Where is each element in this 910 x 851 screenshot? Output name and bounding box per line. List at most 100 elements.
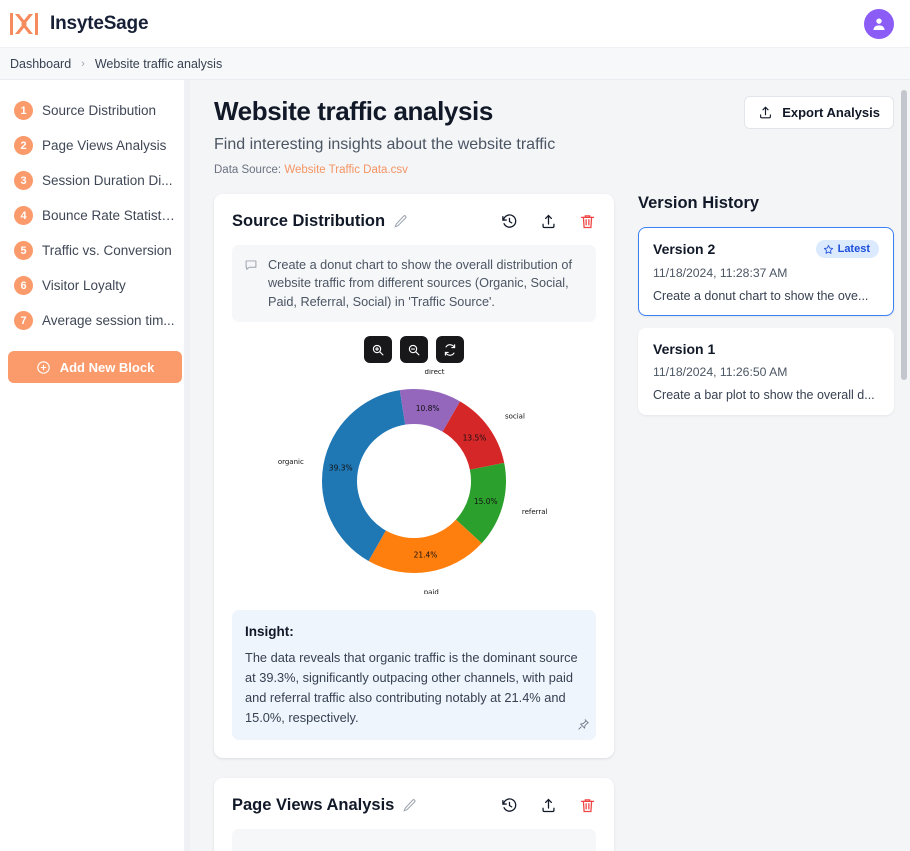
donut-category-label-referral: referral	[522, 508, 548, 516]
plus-circle-icon	[36, 360, 51, 375]
block2-title: Page Views Analysis	[232, 795, 395, 814]
breadcrumb-current: Website traffic analysis	[94, 56, 223, 71]
magnifier-minus-icon[interactable]	[400, 336, 428, 364]
breadcrumb-dashboard[interactable]: Dashboard	[10, 57, 71, 71]
block-prompt-text: Create a donut chart to show the overall…	[268, 258, 572, 309]
app-root: InsyteSage Dashboard › Website traffic a…	[0, 0, 910, 851]
export-analysis-label: Export Analysis	[782, 105, 880, 120]
user-avatar-icon[interactable]	[864, 8, 894, 39]
trash-icon[interactable]	[579, 797, 596, 814]
donut-value-label-direct: 10.8%	[416, 404, 440, 413]
version-history-title: Version History	[638, 194, 760, 212]
block2-prompt	[232, 828, 596, 851]
sidebar-item-label: Average session tim...	[42, 313, 175, 328]
breadcrumb: Dashboard › Website traffic analysis	[0, 48, 910, 80]
sidebar-item-visitor-loyalty[interactable]: 6 Visitor Loyalty	[8, 269, 181, 302]
main-scrollbar-thumb[interactable]	[901, 90, 907, 380]
sidebar-item-bounce-rate[interactable]: 4 Bounce Rate Statisti...	[8, 199, 181, 232]
donut-value-label-paid: 21.4%	[414, 551, 438, 560]
sidebar-item-traffic-vs-conversion[interactable]: 5 Traffic vs. Conversion	[8, 234, 181, 267]
version-description: Create a donut chart to show the ove...	[653, 289, 869, 303]
body-split: 1 Source Distribution 2 Page Views Analy…	[0, 80, 910, 851]
version-name: Version 1	[653, 341, 716, 357]
block-card-page-views-analysis: Page Views Analysis	[214, 777, 614, 851]
sidebar-item-session-duration[interactable]: 3 Session Duration Di...	[8, 164, 181, 197]
sidebar-item-label: Session Duration Di...	[42, 173, 173, 188]
page-header-text: Website traffic analysis Find interestin…	[214, 96, 555, 176]
donut-value-label-organic: 39.3%	[329, 464, 353, 473]
donut-value-label-social: 13.5%	[463, 434, 487, 443]
sidebar-item-page-views-analysis[interactable]: 2 Page Views Analysis	[8, 129, 181, 162]
sidebar-item-label: Source Distribution	[42, 103, 157, 118]
sidebar-item-number: 5	[14, 241, 33, 260]
sidebar-item-number: 2	[14, 136, 33, 155]
page-subtitle: Find interesting insights about the webs…	[214, 136, 556, 153]
version-date: 11/18/2024, 11:26:50 AM	[653, 365, 788, 379]
upload-icon[interactable]	[540, 213, 557, 230]
donut-category-label-organic: organic	[278, 458, 304, 466]
sidebar-item-number: 6	[14, 276, 33, 295]
donut-category-label-social: social	[505, 413, 525, 421]
donut-category-label-paid: paid	[424, 589, 439, 594]
brand-name: InsyteSage	[50, 12, 149, 34]
sidebar-item-number: 1	[14, 101, 33, 120]
block2-actions	[501, 797, 596, 814]
magnifier-plus-icon[interactable]	[364, 336, 392, 364]
sidebar-item-average-session-time[interactable]: 7 Average session tim...	[8, 304, 181, 337]
sidebar-item-number: 7	[14, 311, 33, 330]
content-columns: Source Distribution Create a donut chart…	[214, 194, 894, 851]
sidebar-item-number: 3	[14, 171, 33, 190]
donut-value-label-referral: 15.0%	[474, 497, 498, 506]
history-clock-icon[interactable]	[501, 213, 518, 230]
version-card-1-top: Version 1	[653, 341, 879, 357]
version-name: Version 2	[653, 241, 716, 257]
trash-icon[interactable]	[579, 213, 596, 230]
donut-chart: 13.5% social 15.0% referral 21.4% paid 39.3% or…	[232, 368, 596, 597]
sidebar-item-label: Traffic vs. Conversion	[42, 243, 172, 258]
donut-chart-svg: 13.5% social 15.0% referral 21.4% paid 39.3% or…	[278, 368, 548, 597]
refresh-icon[interactable]	[436, 336, 464, 364]
block-title: Source Distribution	[232, 212, 386, 230]
sidebar-item-source-distribution[interactable]: 1 Source Distribution	[8, 94, 181, 127]
version-card-2[interactable]: Version 2 Latest 11/18/2024, 11:28:37 AM…	[638, 227, 894, 316]
data-source-label: Data Source:	[214, 164, 282, 176]
version-history-list: Version 2 Latest 11/18/2024, 11:28:37 AM…	[638, 227, 894, 415]
main-content: Website traffic analysis Find interestin…	[190, 80, 910, 851]
data-source-row: Data Source: Website Traffic Data.csv	[214, 164, 555, 176]
block-prompt: Create a donut chart to show the overall…	[232, 245, 596, 323]
version-card-1[interactable]: Version 1 11/18/2024, 11:26:50 AM Create…	[638, 328, 894, 415]
block-header: Source Distribution	[232, 212, 596, 231]
upload-icon[interactable]	[540, 797, 557, 814]
page-title: Website traffic analysis	[214, 96, 493, 126]
top-bar: InsyteSage	[0, 0, 910, 48]
version-history-column: Version History Version 2 Latest 11/18/2…	[638, 194, 894, 415]
comment-icon	[244, 256, 259, 311]
bowtie-logo-icon	[8, 9, 40, 39]
pencil-icon[interactable]	[393, 214, 408, 229]
export-analysis-button[interactable]: Export Analysis	[744, 96, 894, 129]
add-new-block-label: Add New Block	[59, 359, 155, 375]
donut-category-label-direct: direct	[425, 369, 445, 376]
sidebar-item-label: Page Views Analysis	[42, 138, 167, 153]
brand[interactable]: InsyteSage	[8, 9, 149, 39]
page-header: Website traffic analysis Find interestin…	[214, 96, 894, 176]
blocks-column: Source Distribution Create a donut chart…	[214, 194, 614, 851]
history-clock-icon[interactable]	[501, 797, 518, 814]
block-actions	[501, 213, 596, 230]
chart-zone: 13.5% social 15.0% referral 21.4% paid 39.3% or…	[232, 336, 596, 597]
chart-toolbar	[232, 336, 596, 364]
block-title-wrap: Source Distribution	[232, 212, 408, 231]
add-new-block-button[interactable]: Add New Block	[8, 351, 182, 383]
pencil-icon[interactable]	[402, 798, 417, 813]
insight-panel: Insight: The data reveals that organic t…	[232, 610, 596, 740]
version-date: 11/18/2024, 11:28:37 AM	[653, 266, 788, 280]
sidebar: 1 Source Distribution 2 Page Views Analy…	[0, 80, 190, 851]
sidebar-item-number: 4	[14, 206, 33, 225]
pin-icon[interactable]	[577, 718, 590, 736]
upload-icon	[758, 105, 773, 120]
block-card-source-distribution: Source Distribution Create a donut chart…	[214, 194, 614, 758]
breadcrumb-separator-icon: ›	[81, 57, 85, 70]
sidebar-item-label: Visitor Loyalty	[42, 278, 126, 293]
block2-title-wrap: Page Views Analysis	[232, 796, 417, 815]
data-source-file-link[interactable]: Website Traffic Data.csv	[284, 164, 408, 176]
